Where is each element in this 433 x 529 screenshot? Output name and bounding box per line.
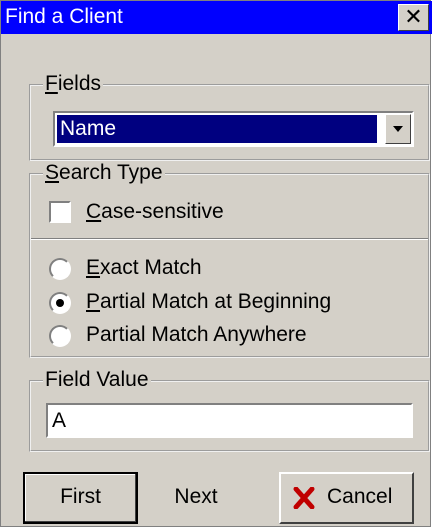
case-sensitive-label[interactable]: Case-sensitive xyxy=(86,200,224,224)
exact-match-label[interactable]: Exact Match xyxy=(86,256,202,280)
field-value-input[interactable]: A xyxy=(46,403,413,438)
chevron-down-icon xyxy=(393,126,403,132)
find-client-dialog: Find a Client ✕ Fields Name Search Type … xyxy=(0,0,432,527)
cancel-button-label: Cancel xyxy=(327,485,393,508)
partial-beginning-label[interactable]: Partial Match at Beginning xyxy=(86,290,331,314)
title-bar[interactable]: Find a Client ✕ xyxy=(1,1,432,34)
fields-selected-value: Name xyxy=(57,115,377,143)
cancel-button[interactable]: Cancel xyxy=(279,472,414,524)
next-button-label: Next xyxy=(174,485,218,508)
partial-anywhere-radio[interactable] xyxy=(49,325,71,347)
first-button-label: First xyxy=(60,485,101,508)
exact-match-radio[interactable] xyxy=(49,258,71,280)
fields-group-label: Fields xyxy=(43,72,104,96)
dialog-title: Find a Client xyxy=(5,5,123,28)
case-sensitive-checkbox[interactable] xyxy=(49,201,71,223)
divider xyxy=(31,238,428,240)
dropdown-button[interactable] xyxy=(385,114,411,144)
first-button[interactable]: First xyxy=(23,472,138,524)
next-button[interactable]: Next xyxy=(140,472,252,524)
partial-anywhere-label[interactable]: Partial Match Anywhere xyxy=(86,323,307,347)
field-value-group-label: Field Value xyxy=(43,368,151,392)
cancel-x-icon xyxy=(293,487,315,509)
close-icon: ✕ xyxy=(404,4,423,29)
radio-selected-dot xyxy=(56,299,64,307)
search-type-group-label: Search Type xyxy=(43,161,165,185)
fields-dropdown[interactable]: Name xyxy=(53,111,414,147)
close-button[interactable]: ✕ xyxy=(398,4,429,31)
partial-beginning-radio[interactable] xyxy=(49,292,71,314)
